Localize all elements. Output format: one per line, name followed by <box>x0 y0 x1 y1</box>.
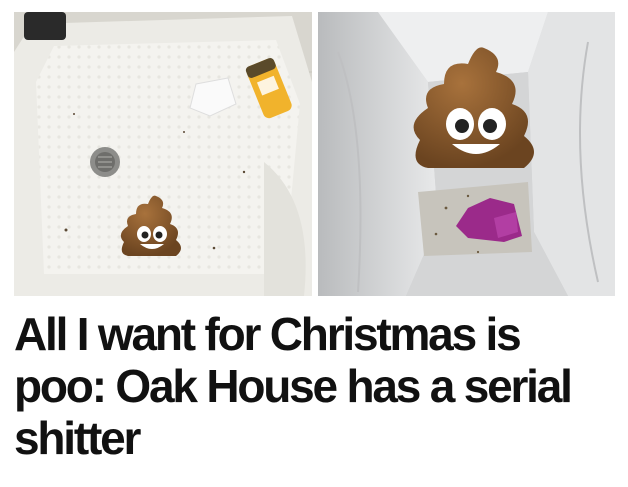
article-headline[interactable]: All I want for Christmas is poo: Oak Hou… <box>14 308 620 464</box>
shower-tray-photo <box>14 12 312 296</box>
laundry-bag-photo <box>318 12 615 296</box>
